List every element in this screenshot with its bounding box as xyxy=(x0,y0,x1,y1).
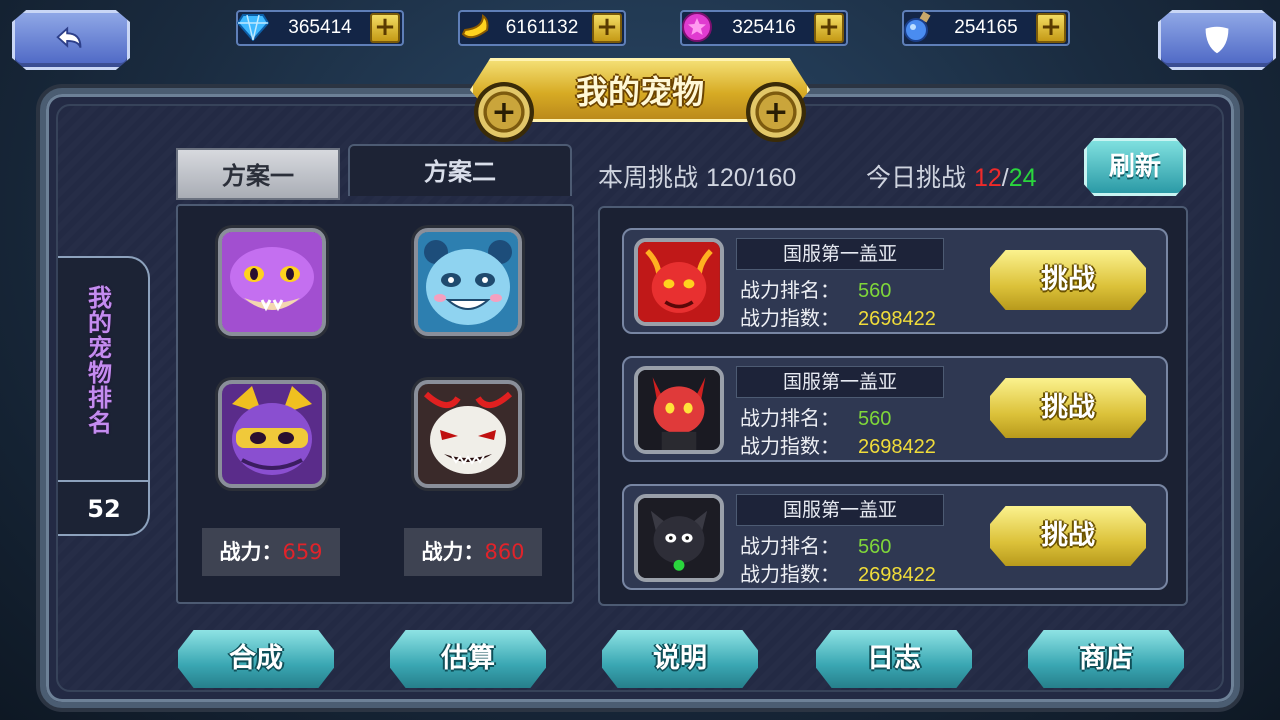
daily-challenge-sep: / xyxy=(1001,164,1009,192)
rank-value: 560 xyxy=(858,408,892,430)
page-title: 我的宠物 xyxy=(575,73,704,111)
opponent-avatar xyxy=(634,494,724,582)
purple-snake-pet-icon xyxy=(222,232,322,332)
black-dragon-pet-icon xyxy=(638,498,720,578)
synthesize-button[interactable]: 合成 xyxy=(178,630,334,688)
pet-slot-3[interactable] xyxy=(218,380,326,488)
help-button[interactable]: 说明 xyxy=(602,630,758,688)
power-value: 860 xyxy=(484,540,525,564)
daily-challenge-total: 24 xyxy=(1008,164,1037,192)
bolt-icon xyxy=(746,82,806,142)
purple-ninja-cat-pet-icon xyxy=(222,384,322,484)
opponent-card: 国服第一盖亚 战力排名： 560 战力指数： 2698422 挑战 xyxy=(622,356,1168,462)
shop-button[interactable]: 商店 xyxy=(1028,630,1184,688)
power-index-value: 2698422 xyxy=(858,436,936,458)
plan-power-1: 战力：659 xyxy=(202,528,340,576)
opponent-name: 国服第一盖亚 xyxy=(736,366,944,398)
power-label: 战力： xyxy=(219,540,283,564)
daily-challenge-label: 今日挑战 xyxy=(866,163,967,192)
shield-button[interactable] xyxy=(1158,10,1276,70)
power-index-value: 2698422 xyxy=(858,564,936,586)
currency-diamond: 365414 + xyxy=(236,10,404,46)
opponent-rank-line: 战力排名： 560 xyxy=(740,530,891,559)
currency-star: 325416 + xyxy=(680,10,848,46)
rank-label: 战力排名： xyxy=(740,534,840,558)
pet-slot-2[interactable] xyxy=(414,228,522,336)
blue-panda-pet-icon xyxy=(418,232,518,332)
rank-label: 战力排名： xyxy=(740,278,840,302)
weekly-challenge-value: 120/160 xyxy=(705,164,797,192)
opponent-card: 国服第一盖亚 战力排名： 560 战力指数： 2698422 挑战 xyxy=(622,228,1168,334)
banana-icon xyxy=(458,10,492,44)
opponent-card: 国服第一盖亚 战力排名： 560 战力指数： 2698422 挑战 xyxy=(622,484,1168,590)
currency-value: 6161132 xyxy=(505,17,579,38)
pet-slot-1[interactable] xyxy=(218,228,326,336)
shield-icon xyxy=(1205,26,1229,54)
add-potion-button[interactable]: + xyxy=(1036,13,1066,43)
opponent-name: 国服第一盖亚 xyxy=(736,494,944,526)
potion-icon xyxy=(902,10,936,44)
estimate-button[interactable]: 估算 xyxy=(390,630,546,688)
shadow-demon-pet-icon xyxy=(418,384,518,484)
add-diamond-button[interactable]: + xyxy=(370,13,400,43)
rank-value: 560 xyxy=(858,280,892,302)
bolt-icon xyxy=(474,82,534,142)
star-coin-icon xyxy=(680,10,714,44)
add-banana-button[interactable]: + xyxy=(592,13,622,43)
challenge-button[interactable]: 挑战 xyxy=(990,378,1146,438)
currency-banana: 6161132 + xyxy=(458,10,626,46)
opponent-power-line: 战力指数： 2698422 xyxy=(740,430,936,459)
opponent-avatar xyxy=(634,366,724,454)
opponent-power-line: 战力指数： 2698422 xyxy=(740,558,936,587)
currency-value: 325416 xyxy=(732,17,796,38)
daily-challenge-used: 12 xyxy=(973,164,1002,192)
opponent-name: 国服第一盖亚 xyxy=(736,238,944,270)
tab-plan-2[interactable]: 方案二 xyxy=(348,144,572,196)
log-button[interactable]: 日志 xyxy=(816,630,972,688)
power-index-value: 2698422 xyxy=(858,308,936,330)
opponent-rank-line: 战力排名： 560 xyxy=(740,402,891,431)
pet-slot-4[interactable] xyxy=(414,380,522,488)
back-button[interactable] xyxy=(12,10,130,70)
currency-potion: 254165 + xyxy=(902,10,1070,46)
opponent-rank-line: 战力排名： 560 xyxy=(740,274,891,303)
add-star-button[interactable]: + xyxy=(814,13,844,43)
pet-ranking-title: 我的宠物排名 xyxy=(88,284,112,437)
rank-label: 战力排名： xyxy=(740,406,840,430)
back-arrow-icon xyxy=(56,26,82,48)
opponent-power-line: 战力指数： 2698422 xyxy=(740,302,936,331)
rank-value: 560 xyxy=(858,536,892,558)
power-index-label: 战力指数： xyxy=(740,306,840,330)
plan-power-2: 战力：860 xyxy=(404,528,542,576)
weekly-challenge-stat: 本周挑战 120/160 xyxy=(598,158,796,194)
daily-challenge-stat: 今日挑战 12/24 xyxy=(866,158,1037,194)
power-index-label: 战力指数： xyxy=(740,562,840,586)
challenge-button[interactable]: 挑战 xyxy=(990,506,1146,566)
power-index-label: 战力指数： xyxy=(740,434,840,458)
red-imp-pet-icon xyxy=(638,370,720,450)
currency-value: 365414 xyxy=(288,17,352,38)
refresh-button[interactable]: 刷新 xyxy=(1084,138,1186,196)
red-dragon-pet-icon xyxy=(638,242,720,322)
power-label: 战力： xyxy=(421,540,485,564)
challenge-button[interactable]: 挑战 xyxy=(990,250,1146,310)
diamond-icon xyxy=(236,10,270,44)
tab-plan-1[interactable]: 方案一 xyxy=(176,148,340,200)
weekly-challenge-label: 本周挑战 xyxy=(598,163,699,192)
pet-ranking-value: 52 xyxy=(58,480,150,536)
power-value: 659 xyxy=(282,540,323,564)
currency-value: 254165 xyxy=(954,17,1018,38)
opponent-avatar xyxy=(634,238,724,326)
